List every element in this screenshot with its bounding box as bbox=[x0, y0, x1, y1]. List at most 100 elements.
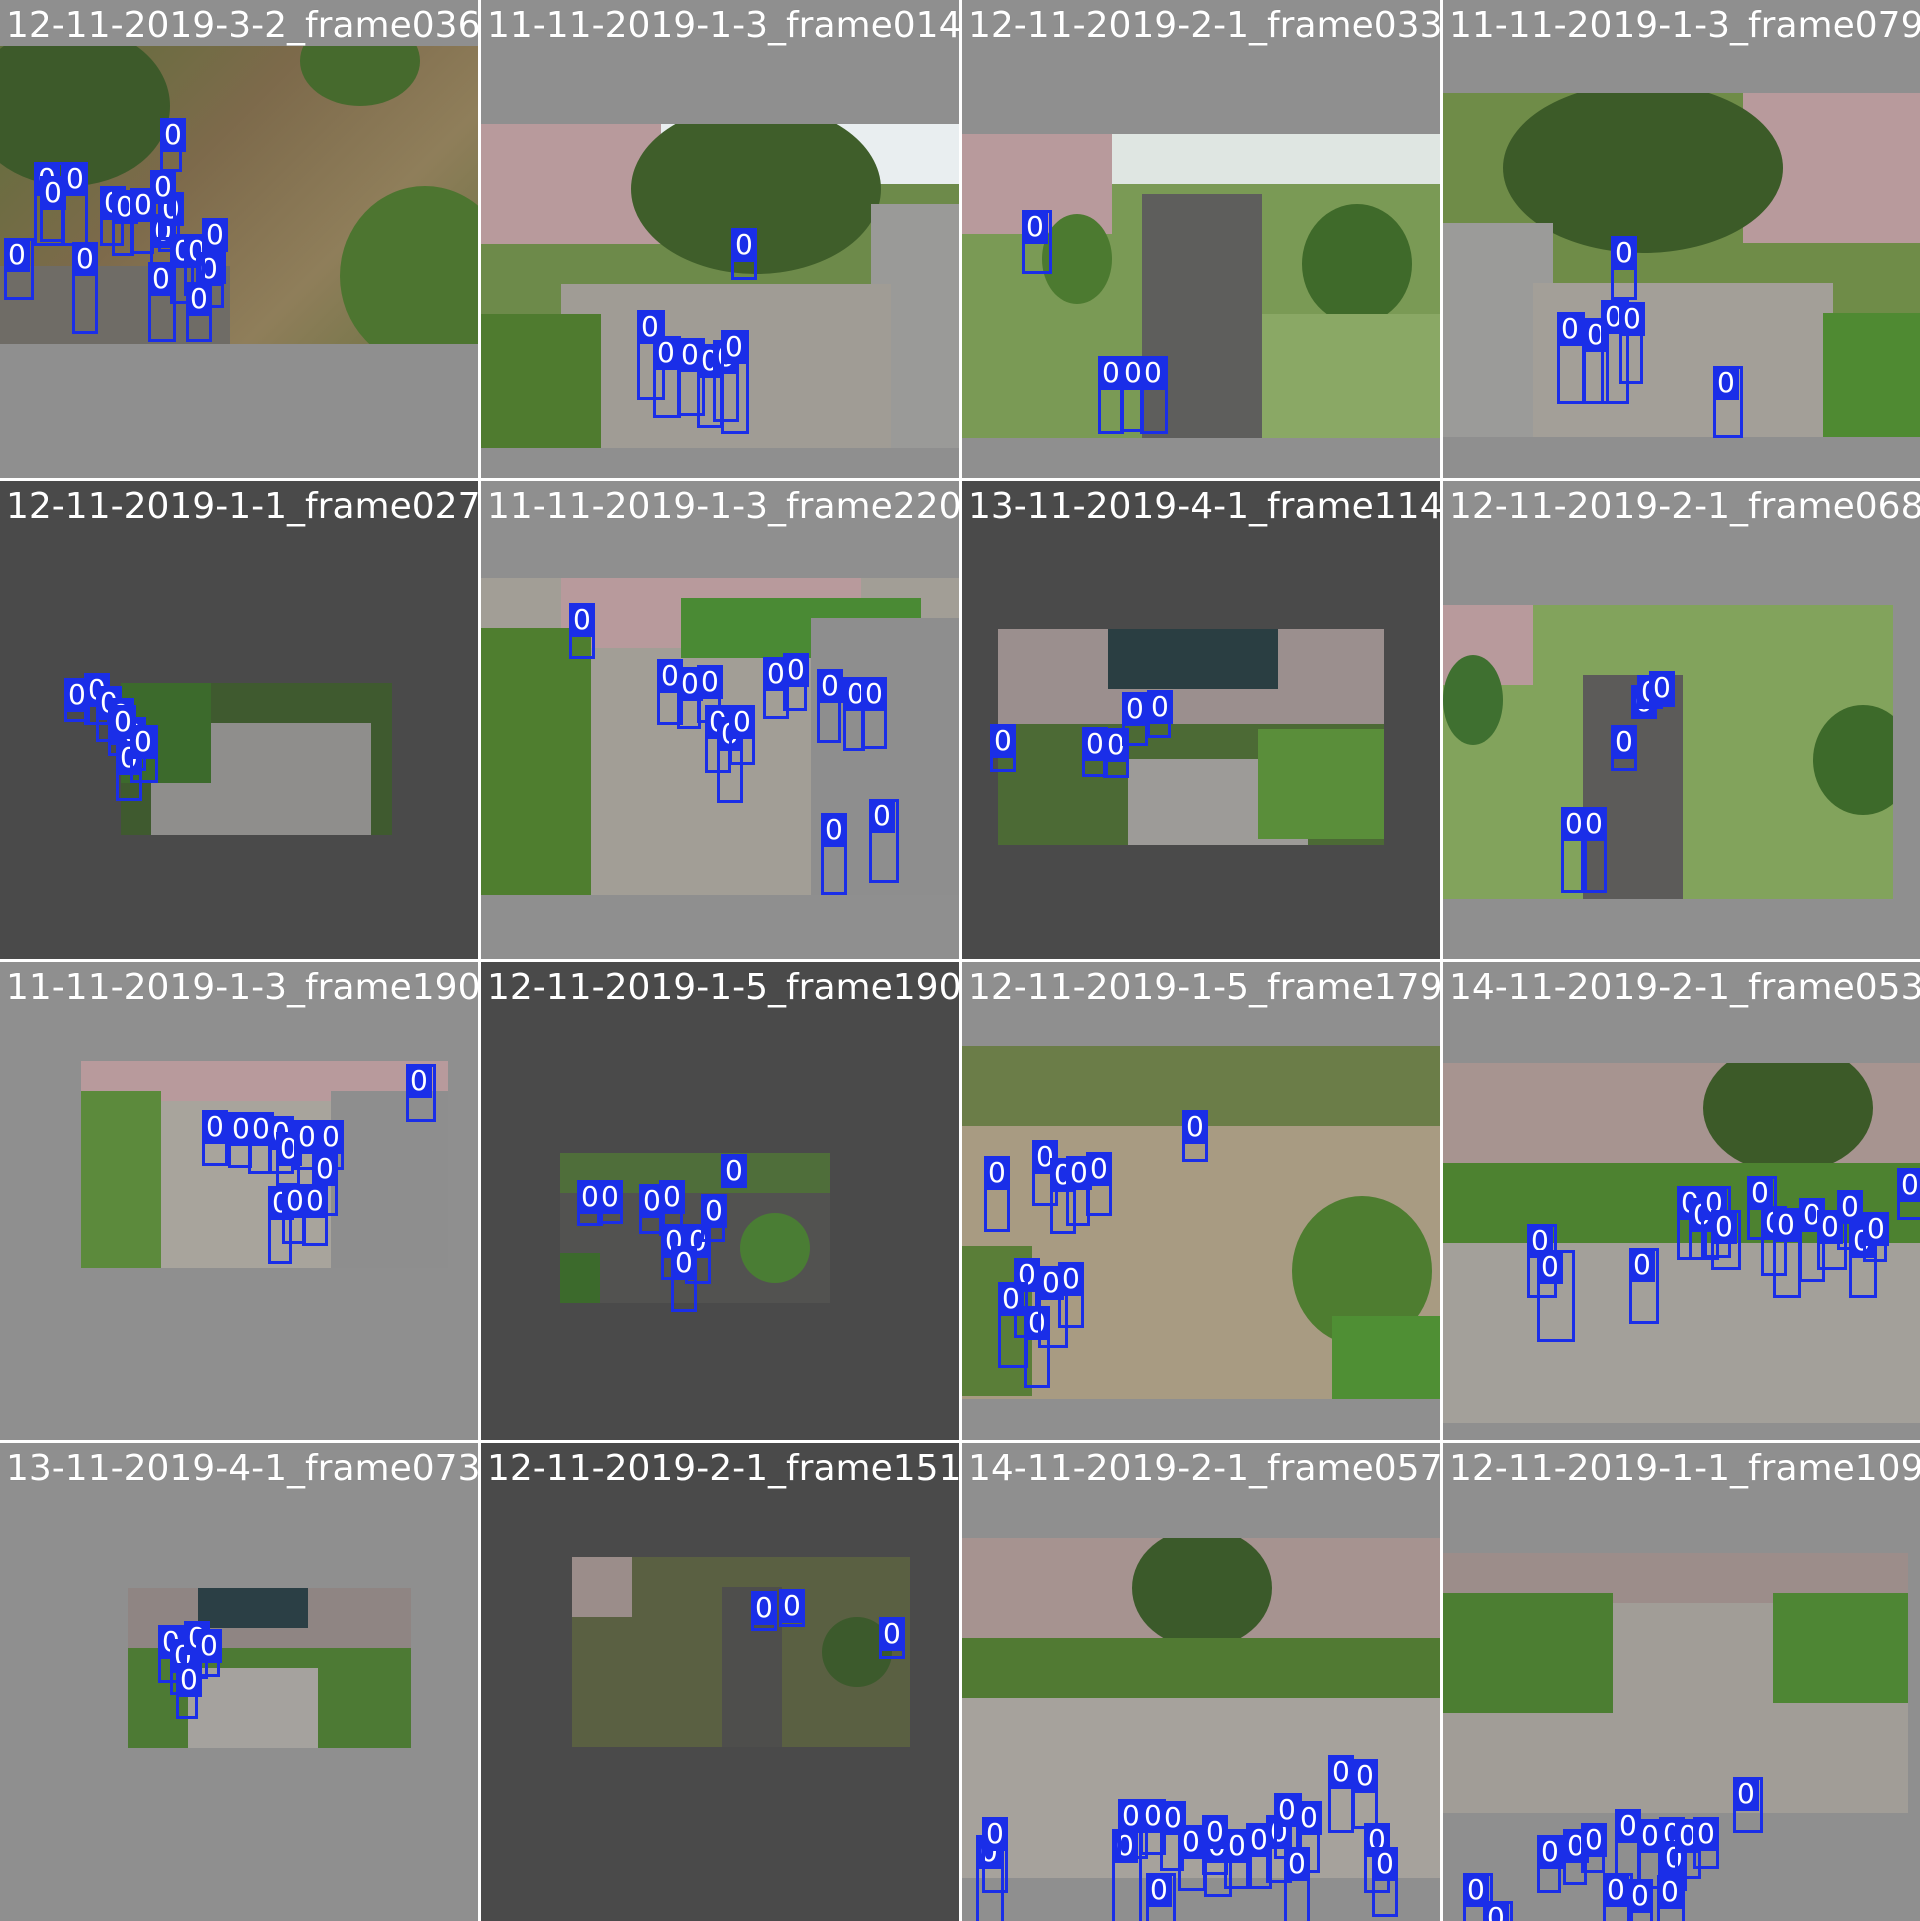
class-label: 0 bbox=[196, 1629, 222, 1663]
person-bounding-box: 0 bbox=[40, 176, 66, 242]
person-bounding-box: 0 bbox=[597, 1180, 623, 1224]
class-label: 0 bbox=[1897, 1168, 1920, 1202]
person-bounding-box: 0 bbox=[1629, 1248, 1659, 1324]
class-label: 0 bbox=[1693, 1817, 1719, 1851]
person-bounding-box: 0 bbox=[176, 1663, 202, 1719]
class-label: 0 bbox=[1352, 1759, 1378, 1793]
class-label: 0 bbox=[1537, 1250, 1563, 1284]
class-label: 0 bbox=[751, 1591, 777, 1625]
tile-filename: 12-11-2019-1-1_frame0270.jpg bbox=[6, 486, 478, 527]
class-label: 0 bbox=[671, 1246, 697, 1280]
person-bounding-box: 0 bbox=[160, 118, 186, 172]
person-bounding-box: 0 bbox=[869, 799, 899, 883]
class-label: 0 bbox=[697, 665, 723, 699]
person-bounding-box: 0 bbox=[72, 242, 98, 334]
class-label: 0 bbox=[202, 1110, 228, 1144]
mosaic-tile: 12-11-2019-2-1_frame0687.jpg 000000 bbox=[1443, 481, 1920, 959]
class-label: 0 bbox=[1147, 690, 1173, 724]
class-label: 0 bbox=[1581, 807, 1607, 841]
class-label: 0 bbox=[150, 170, 176, 204]
person-bounding-box: 0 bbox=[1897, 1168, 1920, 1220]
person-bounding-box: 0 bbox=[148, 262, 176, 342]
class-label: 0 bbox=[1182, 1110, 1208, 1144]
class-label: 0 bbox=[1284, 1847, 1310, 1881]
person-bounding-box: 0 bbox=[1863, 1212, 1889, 1262]
mosaic-tile: 13-11-2019-4-1_frame0735.jpg 00000 bbox=[0, 1443, 478, 1921]
class-label: 0 bbox=[1711, 1210, 1737, 1244]
mosaic-tile: 13-11-2019-4-1_frame1148.jpg 00000 bbox=[962, 481, 1440, 959]
class-label: 0 bbox=[202, 218, 228, 252]
class-label: 0 bbox=[1713, 366, 1739, 400]
tile-photo bbox=[1443, 1553, 1908, 1813]
class-label: 0 bbox=[406, 1064, 432, 1098]
tile-filename: 14-11-2019-2-1_frame0579.jpg bbox=[968, 1448, 1440, 1489]
class-label: 0 bbox=[148, 262, 174, 296]
class-label: 0 bbox=[879, 1617, 905, 1651]
class-label: 0 bbox=[817, 669, 843, 703]
class-label: 0 bbox=[1603, 1873, 1629, 1907]
person-bounding-box: 0 bbox=[783, 653, 809, 711]
mosaic-tile: 12-11-2019-2-1_frame1510.jpg 000 bbox=[481, 1443, 959, 1921]
class-label: 0 bbox=[1611, 725, 1637, 759]
mosaic-tile: 12-11-2019-1-1_frame0270.jpg 00000000 bbox=[0, 481, 478, 959]
class-label: 0 bbox=[659, 1180, 685, 1214]
class-label: 0 bbox=[821, 813, 847, 847]
person-bounding-box: 0 bbox=[62, 162, 88, 246]
class-label: 0 bbox=[1773, 1208, 1799, 1242]
tile-photo bbox=[962, 134, 1440, 438]
person-bounding-box: 0 bbox=[1328, 1755, 1354, 1833]
class-label: 0 bbox=[62, 162, 88, 196]
person-bounding-box: 0 bbox=[984, 1156, 1010, 1232]
person-bounding-box: 0 bbox=[1713, 366, 1743, 438]
class-label: 0 bbox=[302, 1184, 328, 1218]
mosaic-tile: 14-11-2019-2-1_frame0536.jpg 00000000000… bbox=[1443, 962, 1920, 1440]
class-label: 0 bbox=[4, 238, 30, 272]
class-label: 0 bbox=[1140, 356, 1166, 390]
mosaic-tile: 11-11-2019-1-3_frame0791.jpg 000000 bbox=[1443, 0, 1920, 478]
person-bounding-box: 0 bbox=[1537, 1835, 1563, 1893]
class-label: 0 bbox=[1086, 1152, 1112, 1186]
class-label: 0 bbox=[982, 1817, 1008, 1851]
person-bounding-box: 0 bbox=[1372, 1847, 1398, 1917]
tile-photo bbox=[1443, 605, 1893, 899]
person-bounding-box: 0 bbox=[4, 238, 34, 300]
tile-filename: 11-11-2019-1-3_frame0141.jpg bbox=[487, 5, 959, 46]
tile-filename: 12-11-2019-3-2_frame0362.jpg bbox=[6, 5, 478, 46]
tile-filename: 11-11-2019-1-3_frame1901.jpg bbox=[6, 967, 478, 1008]
class-label: 0 bbox=[1557, 312, 1583, 346]
person-bounding-box: 0 bbox=[982, 1817, 1008, 1893]
mosaic-tile: 12-11-2019-1-5_frame1799.jpg 00000000000 bbox=[962, 962, 1440, 1440]
person-bounding-box: 0 bbox=[1693, 1817, 1719, 1869]
class-label: 0 bbox=[1483, 1901, 1509, 1921]
person-bounding-box: 0 bbox=[879, 1617, 905, 1659]
mosaic-tile: 11-11-2019-1-3_frame0141.jpg 0000000 bbox=[481, 0, 959, 478]
person-bounding-box: 0 bbox=[1352, 1759, 1378, 1829]
person-bounding-box: 0 bbox=[1086, 1152, 1112, 1216]
class-label: 0 bbox=[597, 1180, 623, 1214]
tile-filename: 12-11-2019-1-5_frame1903.jpg bbox=[487, 967, 959, 1008]
class-label: 0 bbox=[312, 1152, 338, 1186]
person-bounding-box: 0 bbox=[729, 705, 755, 765]
class-label: 0 bbox=[1178, 1825, 1204, 1859]
person-bounding-box: 0 bbox=[1581, 807, 1607, 893]
class-label: 0 bbox=[1537, 1835, 1563, 1869]
class-label: 0 bbox=[721, 330, 747, 364]
person-bounding-box: 0 bbox=[202, 218, 228, 284]
person-bounding-box: 0 bbox=[1733, 1777, 1763, 1833]
class-label: 0 bbox=[731, 228, 757, 262]
class-label: 0 bbox=[653, 336, 679, 370]
class-label: 0 bbox=[869, 799, 895, 833]
person-bounding-box: 0 bbox=[302, 1184, 328, 1246]
class-label: 0 bbox=[1372, 1847, 1398, 1881]
tile-photo bbox=[121, 683, 392, 835]
tile-filename: 13-11-2019-4-1_frame1148.jpg bbox=[968, 486, 1440, 527]
mosaic-tile: 12-11-2019-1-5_frame1903.jpg 000000000 bbox=[481, 962, 959, 1440]
tile-filename: 12-11-2019-2-1_frame1510.jpg bbox=[487, 1448, 959, 1489]
person-bounding-box: 0 bbox=[701, 1194, 727, 1242]
class-label: 0 bbox=[1022, 210, 1048, 244]
person-bounding-box: 0 bbox=[1058, 1262, 1084, 1328]
person-bounding-box: 0 bbox=[1140, 356, 1168, 434]
person-bounding-box: 0 bbox=[1627, 1879, 1653, 1921]
class-label: 0 bbox=[1581, 1823, 1607, 1857]
person-bounding-box: 0 bbox=[1483, 1901, 1513, 1921]
